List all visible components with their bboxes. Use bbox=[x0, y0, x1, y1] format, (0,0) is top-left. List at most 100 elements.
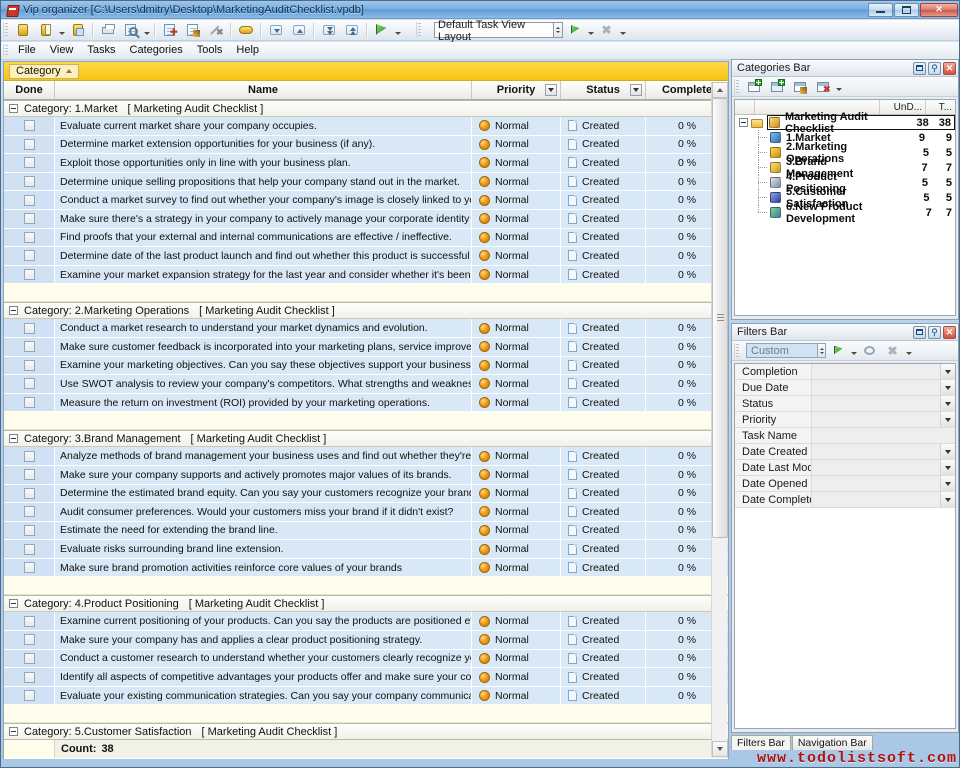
layout-dropdown-icon[interactable] bbox=[586, 21, 595, 40]
filters-toolbar-grip[interactable] bbox=[734, 343, 740, 359]
save-database-icon[interactable] bbox=[67, 21, 88, 40]
task-priority-cell[interactable]: Normal bbox=[472, 191, 561, 209]
task-done-checkbox[interactable] bbox=[24, 544, 35, 555]
menu-item-tools[interactable]: Tools bbox=[190, 43, 230, 58]
filter-row-dropdown-icon[interactable] bbox=[940, 412, 955, 427]
category-group-header[interactable]: Category: 1.Market[ Marketing Audit Chec… bbox=[4, 100, 728, 117]
task-status-cell[interactable]: Created bbox=[561, 447, 646, 465]
task-name-cell[interactable]: Analyze methods of brand management your… bbox=[55, 447, 472, 465]
task-status-cell[interactable]: Created bbox=[561, 247, 646, 265]
table-row[interactable]: Conduct a market survey to find out whet… bbox=[4, 191, 728, 210]
column-header-name[interactable]: Name bbox=[55, 81, 472, 99]
filter-row-dropdown-icon[interactable] bbox=[940, 492, 955, 507]
column-header-priority[interactable]: Priority bbox=[472, 81, 561, 99]
filters-bar-restore-icon[interactable] bbox=[913, 326, 926, 339]
task-name-cell[interactable]: Determine date of the last product launc… bbox=[55, 247, 472, 265]
task-done-checkbox[interactable] bbox=[24, 250, 35, 261]
collapse-group-icon[interactable] bbox=[9, 434, 18, 443]
collapse-group-icon[interactable] bbox=[9, 306, 18, 315]
task-priority-cell[interactable]: Normal bbox=[472, 522, 561, 540]
task-name-cell[interactable]: Examine your marketing objectives. Can y… bbox=[55, 357, 472, 375]
task-name-cell[interactable]: Conduct a customer research to understan… bbox=[55, 650, 472, 668]
category-root-selected[interactable]: Marketing Audit Checklist3838 bbox=[767, 115, 955, 130]
task-done-cell[interactable] bbox=[4, 447, 55, 465]
menu-item-tasks[interactable]: Tasks bbox=[80, 43, 122, 58]
task-priority-cell[interactable]: Normal bbox=[472, 559, 561, 577]
task-name-cell[interactable]: Make sure there's a strategy in your com… bbox=[55, 210, 472, 228]
filter-row-dropdown-icon[interactable] bbox=[940, 444, 955, 459]
menu-item-view[interactable]: View bbox=[43, 43, 81, 58]
task-name-cell[interactable]: Measure the return on investment (ROI) p… bbox=[55, 394, 472, 412]
sort-ascending-icon[interactable] bbox=[66, 69, 72, 73]
table-row[interactable]: Find proofs that your external and inter… bbox=[4, 229, 728, 248]
category-group-header[interactable]: Category: 4.Product Positioning[ Marketi… bbox=[4, 595, 728, 612]
table-row[interactable]: Make sure there's a strategy in your com… bbox=[4, 210, 728, 229]
table-row[interactable]: Determine the estimated brand equity. Ca… bbox=[4, 485, 728, 504]
group-chip-category[interactable]: Category bbox=[9, 64, 79, 79]
task-done-checkbox[interactable] bbox=[24, 139, 35, 150]
table-row[interactable]: Conduct a market research to understand … bbox=[4, 319, 728, 338]
filter-dropdown-icon[interactable] bbox=[904, 341, 913, 360]
task-done-checkbox[interactable] bbox=[24, 397, 35, 408]
table-row[interactable]: Make sure your company has and applies a… bbox=[4, 631, 728, 650]
new-subcategory-icon[interactable] bbox=[766, 77, 787, 96]
filter-row-dropdown-icon[interactable] bbox=[940, 460, 955, 475]
task-done-cell[interactable] bbox=[4, 338, 55, 356]
table-row[interactable]: Determine unique selling propositions th… bbox=[4, 173, 728, 192]
filter-row[interactable]: Status bbox=[735, 396, 955, 412]
table-row[interactable]: Measure the return on investment (ROI) p… bbox=[4, 394, 728, 413]
edit-task-icon[interactable] bbox=[182, 21, 203, 40]
category-tree-root[interactable]: Marketing Audit Checklist3838 bbox=[735, 115, 955, 130]
filter-preset-spinner[interactable] bbox=[818, 343, 826, 358]
task-done-checkbox[interactable] bbox=[24, 653, 35, 664]
task-done-cell[interactable] bbox=[4, 559, 55, 577]
task-done-checkbox[interactable] bbox=[24, 562, 35, 573]
task-status-cell[interactable]: Created bbox=[561, 631, 646, 649]
task-status-cell[interactable]: Created bbox=[561, 394, 646, 412]
task-done-checkbox[interactable] bbox=[24, 360, 35, 371]
filters-bar-pin-icon[interactable]: ⚲ bbox=[928, 326, 941, 339]
task-done-checkbox[interactable] bbox=[24, 488, 35, 499]
task-done-cell[interactable] bbox=[4, 357, 55, 375]
task-name-cell[interactable]: Find proofs that your external and inter… bbox=[55, 229, 472, 247]
categories-tree[interactable]: UnD... T... Marketing Audit Checklist383… bbox=[734, 99, 956, 316]
task-priority-cell[interactable]: Normal bbox=[472, 485, 561, 503]
table-row[interactable]: Exploit those opportunities only in line… bbox=[4, 154, 728, 173]
tab-navigation-bar[interactable]: Navigation Bar bbox=[792, 735, 873, 750]
categories-bar-close-icon[interactable]: ✕ bbox=[943, 62, 956, 75]
task-done-checkbox[interactable] bbox=[24, 451, 35, 462]
task-status-cell[interactable]: Created bbox=[561, 375, 646, 393]
task-status-cell[interactable]: Created bbox=[561, 466, 646, 484]
export-dropdown-icon[interactable] bbox=[393, 21, 402, 40]
clear-filter-icon[interactable] bbox=[859, 341, 880, 360]
table-row[interactable]: Use SWOT analysis to review your company… bbox=[4, 375, 728, 394]
task-status-cell[interactable]: Created bbox=[561, 612, 646, 630]
filter-row-dropdown-icon[interactable] bbox=[940, 396, 955, 411]
task-status-cell[interactable]: Created bbox=[561, 485, 646, 503]
task-done-checkbox[interactable] bbox=[24, 616, 35, 627]
task-status-cell[interactable]: Created bbox=[561, 650, 646, 668]
task-priority-cell[interactable]: Normal bbox=[472, 266, 561, 284]
task-done-checkbox[interactable] bbox=[24, 634, 35, 645]
task-name-cell[interactable]: Examine your market expansion strategy f… bbox=[55, 266, 472, 284]
task-done-checkbox[interactable] bbox=[24, 672, 35, 683]
new-task-icon[interactable]: ✚ bbox=[159, 21, 180, 40]
filter-row[interactable]: Date Last Modifi bbox=[735, 460, 955, 476]
menu-item-categories[interactable]: Categories bbox=[123, 43, 190, 58]
task-done-cell[interactable] bbox=[4, 485, 55, 503]
task-name-cell[interactable]: Make sure customer feedback is incorpora… bbox=[55, 338, 472, 356]
priority-filter-button[interactable] bbox=[545, 84, 557, 96]
save-layout-icon[interactable] bbox=[564, 21, 585, 40]
task-done-cell[interactable] bbox=[4, 117, 55, 135]
task-name-cell[interactable]: Use SWOT analysis to review your company… bbox=[55, 375, 472, 393]
task-priority-cell[interactable]: Normal bbox=[472, 338, 561, 356]
delete-task-icon[interactable]: ✖ bbox=[205, 21, 226, 40]
task-priority-cell[interactable]: Normal bbox=[472, 668, 561, 686]
table-row[interactable]: Make sure brand promotion activities rei… bbox=[4, 559, 728, 578]
task-priority-cell[interactable]: Normal bbox=[472, 117, 561, 135]
task-done-checkbox[interactable] bbox=[24, 323, 35, 334]
task-view-layout-select[interactable]: Default Task View Layout bbox=[434, 22, 554, 38]
category-group-header[interactable]: Category: 5.Customer Satisfaction[ Marke… bbox=[4, 723, 728, 740]
task-name-cell[interactable]: Evaluate your existing communication str… bbox=[55, 687, 472, 705]
task-name-cell[interactable]: Conduct a market survey to find out whet… bbox=[55, 191, 472, 209]
